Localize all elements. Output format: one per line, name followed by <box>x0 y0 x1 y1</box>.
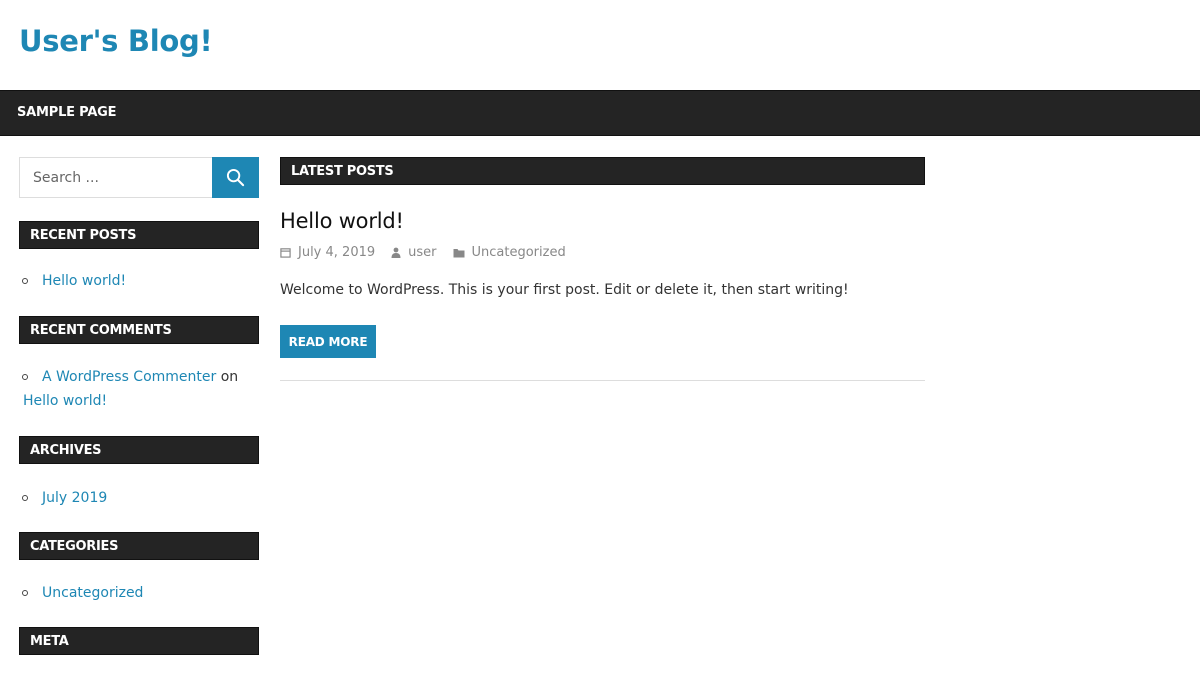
user-icon <box>391 247 401 258</box>
read-more-button[interactable]: READ MORE <box>280 325 376 358</box>
search-input[interactable] <box>19 157 213 198</box>
post-meta: July 4, 2019 user Uncategorized <box>280 245 582 260</box>
comment-connector: on <box>220 369 239 385</box>
search-icon <box>226 168 245 187</box>
section-title-latest-posts: LATEST POSTS <box>280 157 925 185</box>
post-title-link[interactable]: Hello world! <box>280 209 404 233</box>
folder-icon <box>453 248 465 258</box>
category-link[interactable]: Uncategorized <box>42 585 143 601</box>
site-title[interactable]: User's Blog! <box>19 24 213 58</box>
widget-title-categories: CATEGORIES <box>19 532 259 560</box>
list-item: Uncategorized <box>19 581 259 605</box>
main-navigation: SAMPLE PAGE <box>0 90 1200 136</box>
categories-list: Uncategorized <box>19 581 259 605</box>
recent-posts-list: Hello world! <box>19 269 259 293</box>
search-button[interactable] <box>212 157 259 198</box>
post-excerpt: Welcome to WordPress. This is your first… <box>280 282 849 298</box>
list-item: A WordPress Commenter on Hello world! <box>19 365 259 413</box>
bullet-icon <box>22 374 28 380</box>
post-category-link[interactable]: Uncategorized <box>472 245 566 260</box>
calendar-icon <box>280 247 291 258</box>
search-form <box>19 157 259 198</box>
widget-title-archives: ARCHIVES <box>19 436 259 464</box>
post-divider <box>280 380 925 381</box>
archives-list: July 2019 <box>19 486 259 510</box>
comment-author-link[interactable]: A WordPress Commenter <box>42 369 216 385</box>
widget-title-recent-posts: RECENT POSTS <box>19 221 259 249</box>
bullet-icon <box>22 495 28 501</box>
post-author-link[interactable]: user <box>408 245 436 260</box>
list-item: July 2019 <box>19 486 259 510</box>
post-date-link[interactable]: July 4, 2019 <box>298 245 375 260</box>
comment-post-link[interactable]: Hello world! <box>23 393 107 409</box>
list-item: Hello world! <box>19 269 259 293</box>
bullet-icon <box>22 590 28 596</box>
bullet-icon <box>22 278 28 284</box>
widget-title-meta: META <box>19 627 259 655</box>
recent-post-link[interactable]: Hello world! <box>42 273 126 289</box>
recent-comments-list: A WordPress Commenter on Hello world! <box>19 365 259 413</box>
nav-item-sample-page[interactable]: SAMPLE PAGE <box>17 105 117 120</box>
widget-title-recent-comments: RECENT COMMENTS <box>19 316 259 344</box>
archive-link[interactable]: July 2019 <box>42 490 107 506</box>
